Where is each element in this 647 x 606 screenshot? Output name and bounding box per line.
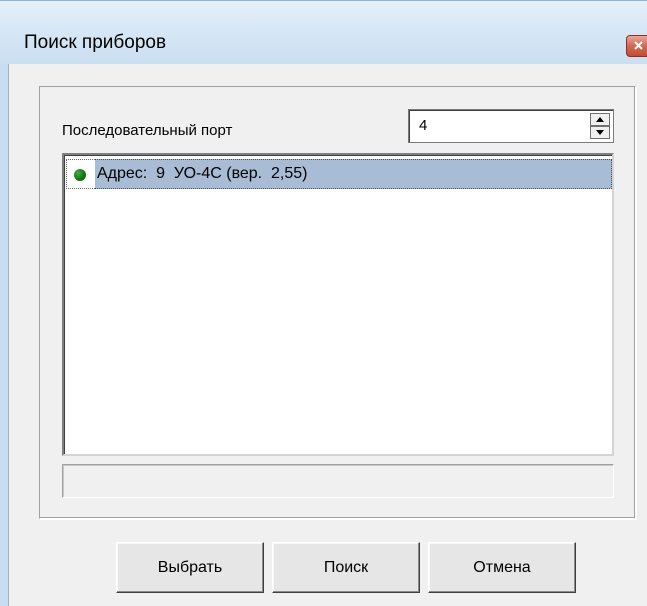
device-search-window: Поиск приборов Последовательный порт 4 А… (0, 0, 647, 606)
list-item-selection: Адрес: 9 УО-4С (вер. 2,55) (95, 159, 612, 189)
spinner-buttons (590, 113, 610, 139)
dialog-client-area: Последовательный порт 4 Адрес: 9 УО-4С (… (9, 64, 647, 606)
search-button[interactable]: Поиск (272, 542, 420, 593)
serial-port-label: Последовательный порт (62, 122, 233, 139)
serial-port-value[interactable]: 4 (419, 117, 427, 134)
title-bar[interactable]: Поиск приборов (0, 0, 647, 64)
spinner-up-button[interactable] (590, 113, 610, 126)
arrow-up-icon (596, 117, 604, 122)
status-field (62, 464, 614, 498)
close-button[interactable] (626, 35, 647, 57)
cancel-button[interactable]: Отмена (428, 542, 576, 593)
status-dot-icon (74, 169, 86, 181)
window-frame-left (0, 0, 9, 606)
list-item-label: Адрес: 9 УО-4С (вер. 2,55) (97, 165, 308, 182)
window-title: Поиск приборов (24, 32, 167, 53)
list-item-icon-cell (66, 159, 95, 189)
spinner-down-button[interactable] (590, 126, 610, 139)
list-item[interactable]: Адрес: 9 УО-4С (вер. 2,55) (66, 159, 612, 189)
close-icon (634, 41, 643, 50)
select-button[interactable]: Выбрать (116, 542, 264, 593)
device-list[interactable]: Адрес: 9 УО-4С (вер. 2,55) (62, 153, 614, 456)
serial-port-spinner[interactable]: 4 (408, 109, 614, 143)
arrow-down-icon (596, 130, 604, 135)
